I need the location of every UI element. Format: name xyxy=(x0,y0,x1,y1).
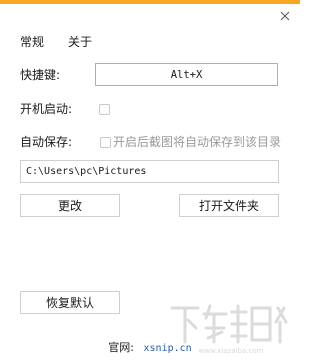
autosave-checkbox[interactable] xyxy=(100,137,111,148)
website-label: 官网: xyxy=(108,341,135,354)
restore-defaults-button[interactable]: 恢复默认 xyxy=(20,291,120,314)
hotkey-input[interactable]: Alt+X xyxy=(95,63,278,86)
settings-window: 常规 关于 快捷键: Alt+X 开机启动: 自动保存: 开启后截图将自动保存到… xyxy=(0,0,300,360)
open-folder-button[interactable]: 打开文件夹 xyxy=(179,194,279,217)
tab-about[interactable]: 关于 xyxy=(68,33,92,50)
top-accent-bar xyxy=(0,0,300,4)
startup-checkbox[interactable] xyxy=(99,104,110,115)
website-line: 官网: xsnip.cn xyxy=(0,339,300,355)
autosave-checkbox-label: 开启后截图将自动保存到该目录 xyxy=(113,135,282,149)
autosave-label: 自动保存: xyxy=(20,135,73,149)
hotkey-label: 快捷键: xyxy=(20,68,61,82)
close-icon[interactable] xyxy=(279,10,291,22)
save-path-field[interactable]: C:\Users\pc\Pictures xyxy=(20,160,279,183)
change-button[interactable]: 更改 xyxy=(20,194,120,217)
tab-general[interactable]: 常规 xyxy=(20,33,44,50)
startup-label: 开机启动: xyxy=(20,102,73,116)
website-link[interactable]: xsnip.cn xyxy=(144,343,192,354)
tab-bar: 常规 关于 xyxy=(20,33,92,50)
